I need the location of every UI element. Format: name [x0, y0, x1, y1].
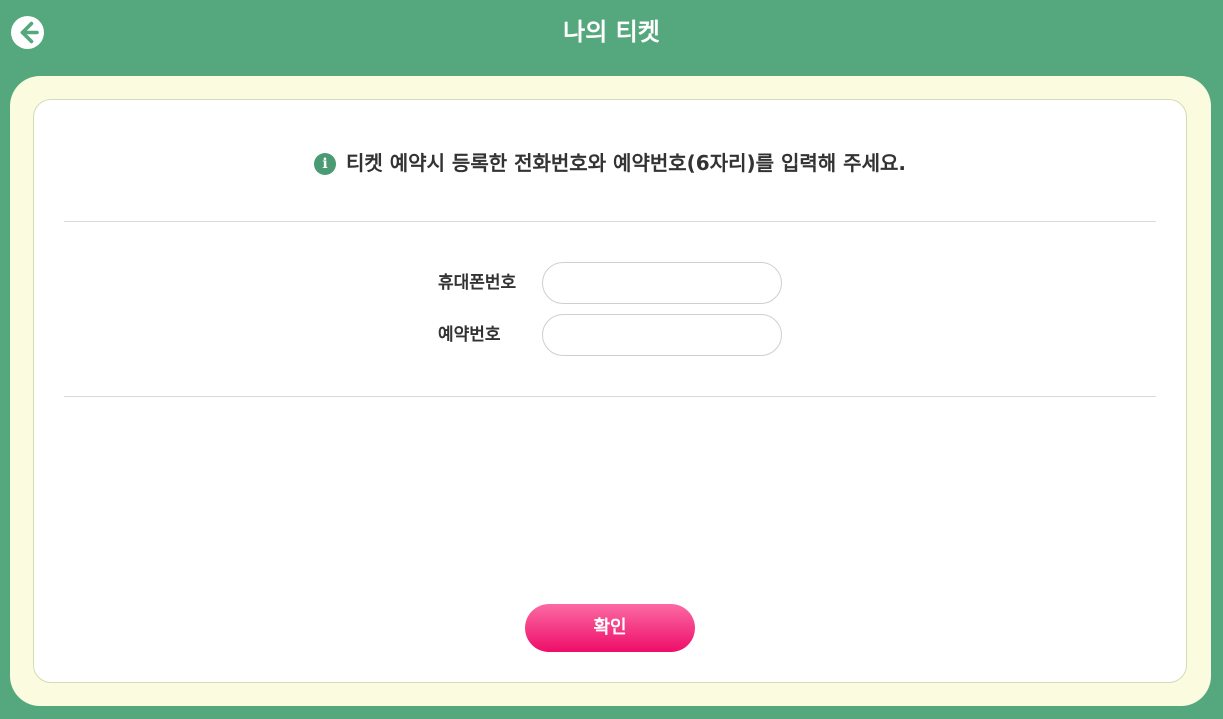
page-title: 나의 티켓	[563, 18, 660, 46]
content-frame: i 티켓 예약시 등록한 전화번호와 예약번호(6자리)를 입력해 주세요. 휴대…	[10, 76, 1211, 706]
instruction-text: 티켓 예약시 등록한 전화번호와 예약번호(6자리)를 입력해 주세요.	[346, 151, 906, 175]
header-bar: 나의 티켓	[0, 0, 1223, 66]
bottom-divider	[64, 396, 1156, 397]
reservation-label: 예약번호	[438, 325, 501, 345]
top-divider	[64, 221, 1156, 222]
phone-label: 휴대폰번호	[438, 273, 517, 293]
info-icon: i	[314, 153, 336, 175]
reservation-number-input[interactable]	[542, 314, 782, 356]
instruction-notice: i 티켓 예약시 등록한 전화번호와 예약번호(6자리)를 입력해 주세요.	[34, 148, 1186, 178]
phone-number-input[interactable]	[542, 262, 782, 304]
ticket-lookup-panel: i 티켓 예약시 등록한 전화번호와 예약번호(6자리)를 입력해 주세요. 휴대…	[33, 99, 1187, 683]
confirm-button[interactable]: 확인	[525, 604, 695, 652]
